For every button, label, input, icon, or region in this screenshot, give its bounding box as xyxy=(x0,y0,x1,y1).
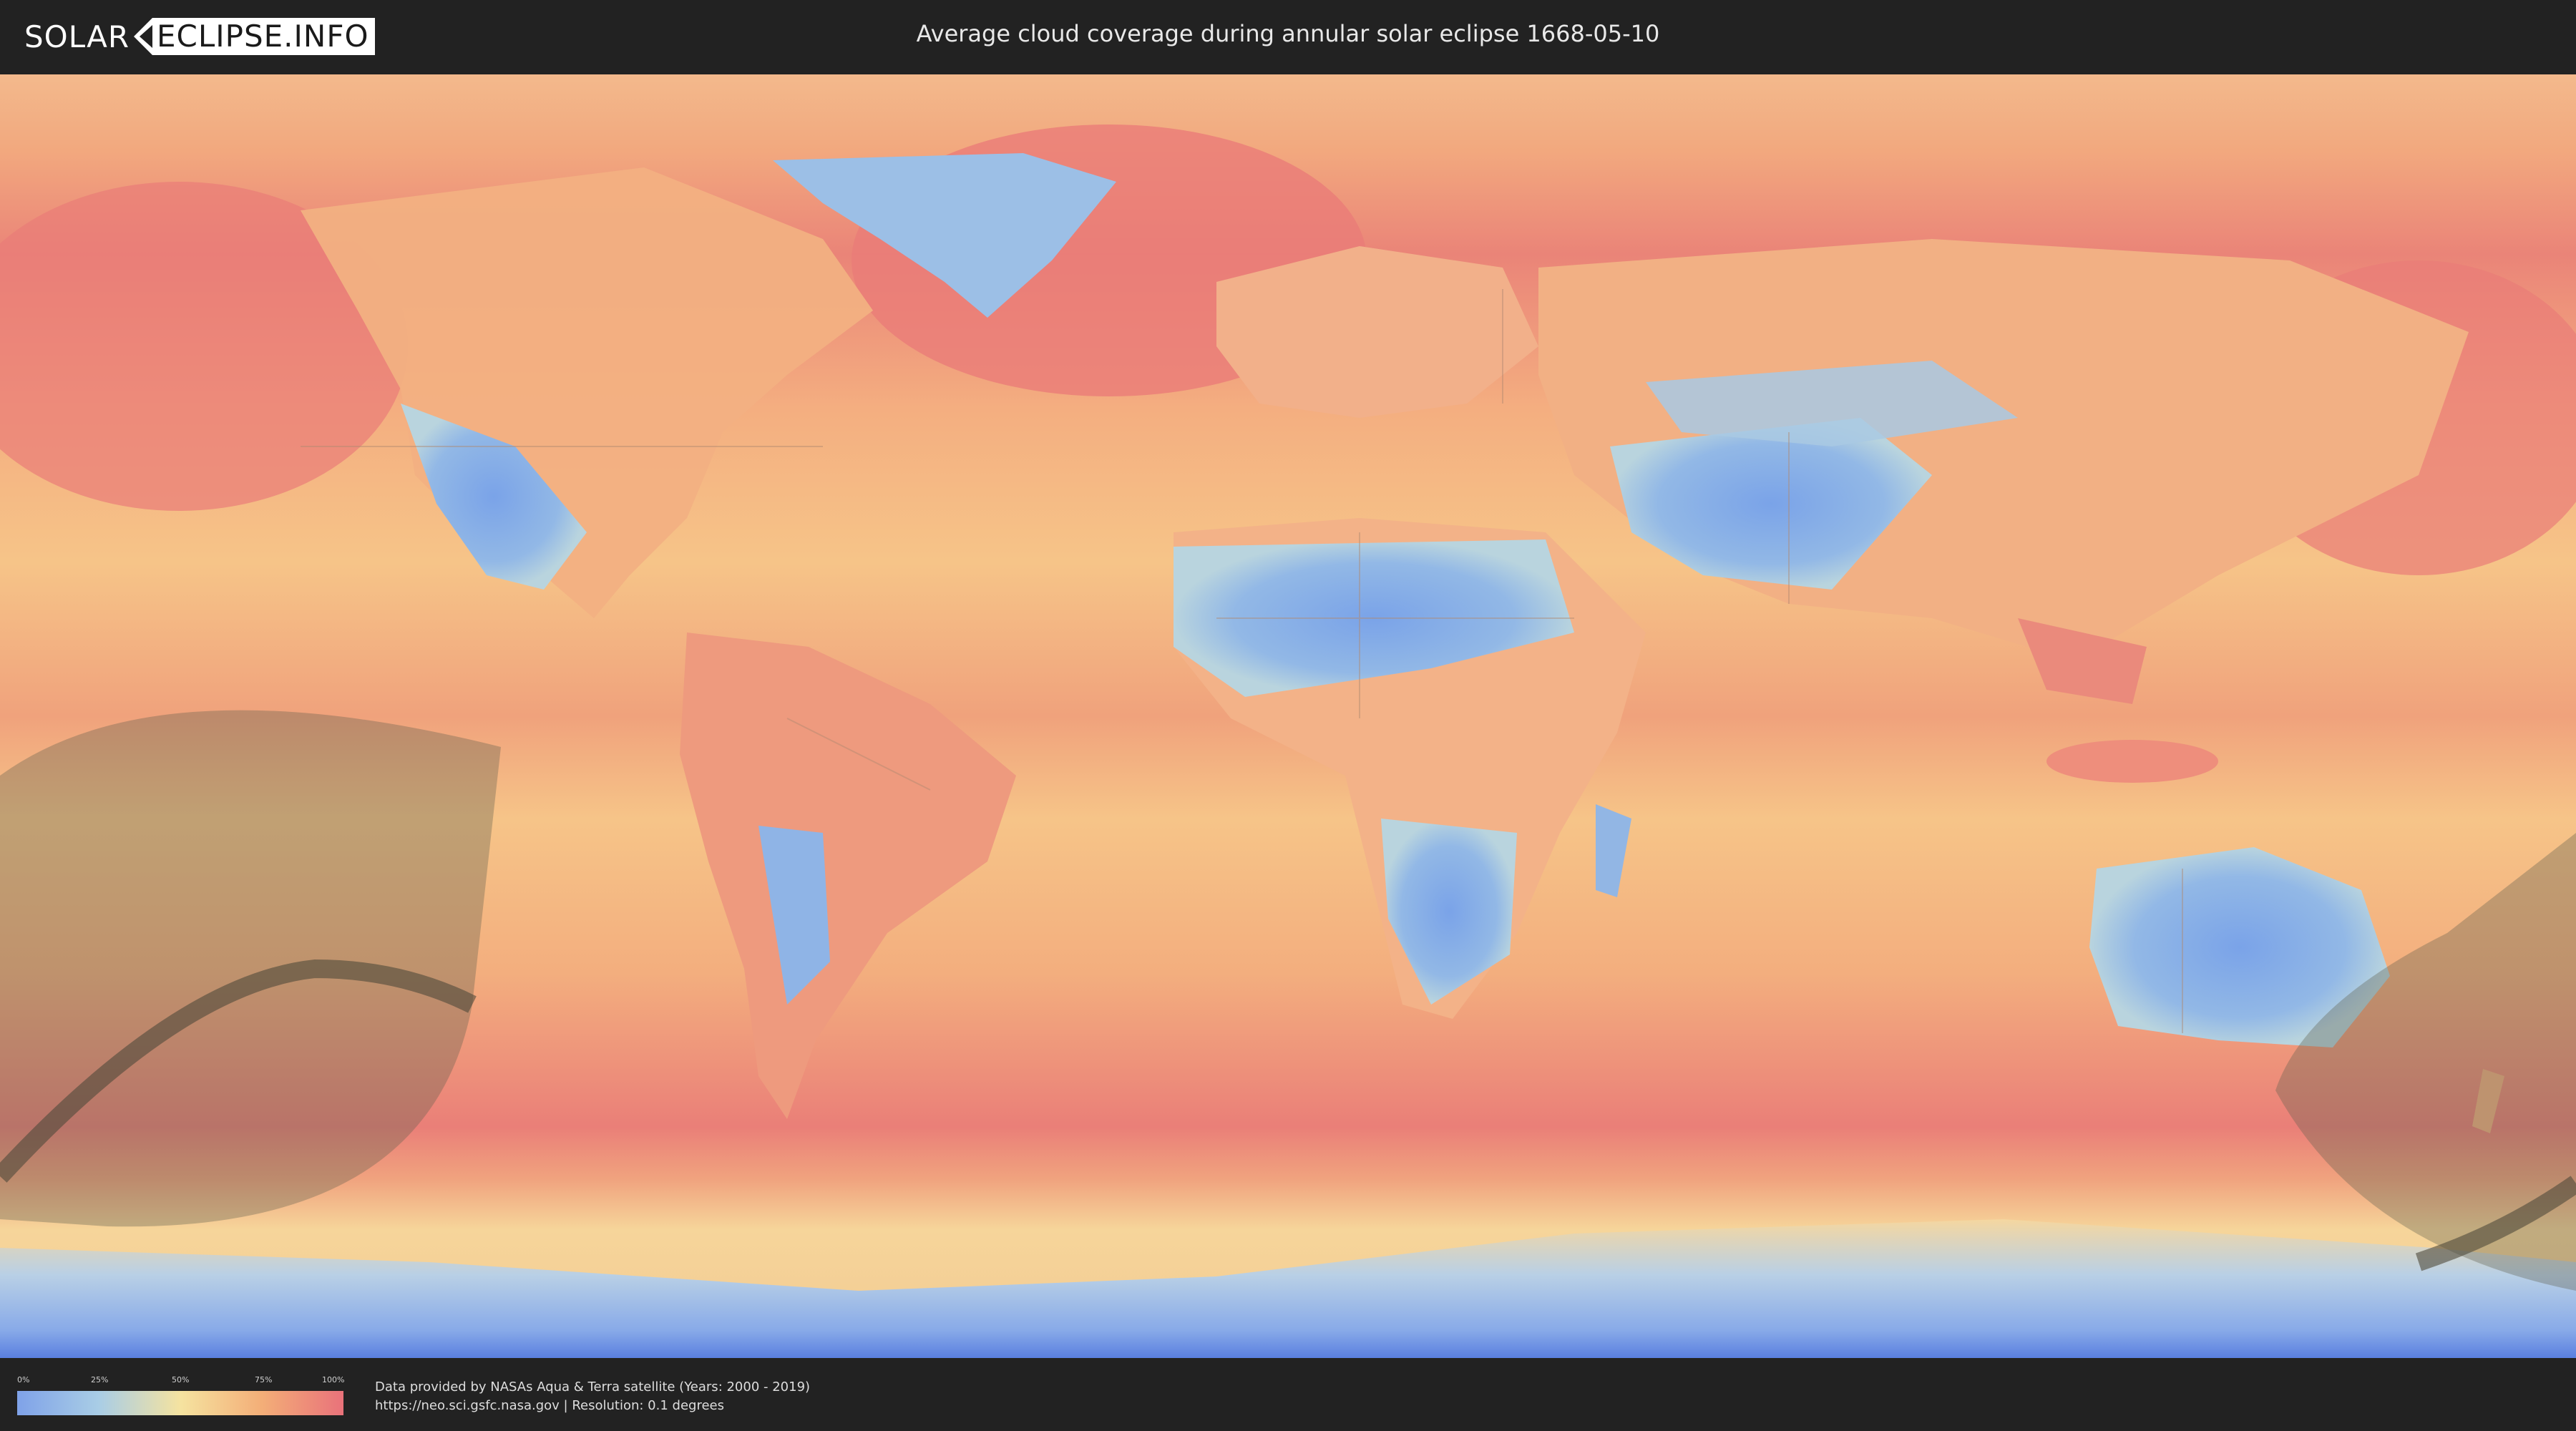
legend-tick-50: 50% xyxy=(172,1375,190,1384)
legend-tick-75: 75% xyxy=(255,1375,273,1384)
cloud-coverage-legend: 0% 25% 50% 75% 100% xyxy=(17,1375,345,1415)
header-bar: SOLAR ECLIPSE.INFO Average cloud coverag… xyxy=(0,0,2576,72)
legend-tick-100: 100% xyxy=(322,1375,345,1384)
data-source-line-1: Data provided by NASAs Aqua & Terra sate… xyxy=(375,1379,811,1395)
page: SOLAR ECLIPSE.INFO Average cloud coverag… xyxy=(0,0,2576,1431)
legend-tick-25: 25% xyxy=(91,1375,109,1384)
data-source-line-2: https://neo.sci.gsfc.nasa.gov | Resoluti… xyxy=(375,1398,724,1413)
page-title: Average cloud coverage during annular so… xyxy=(916,20,1660,47)
indonesia-islands xyxy=(2046,740,2218,783)
legend-color-bar xyxy=(17,1391,343,1415)
cloud-coverage-map[interactable] xyxy=(0,74,2576,1358)
legend-ticks: 0% 25% 50% 75% 100% xyxy=(17,1375,345,1387)
data-source-note: Data provided by NASAs Aqua & Terra sate… xyxy=(375,1378,810,1415)
legend-tick-0: 0% xyxy=(17,1375,30,1384)
world-map-svg xyxy=(0,74,2576,1358)
